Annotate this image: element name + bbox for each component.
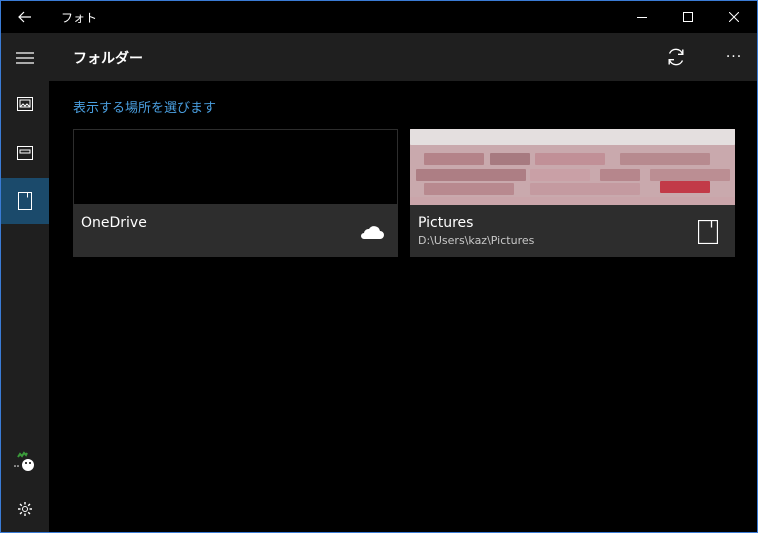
more-options-button[interactable]: ···: [711, 33, 757, 81]
refresh-button[interactable]: [653, 33, 699, 81]
choose-locations-link[interactable]: 表示する場所を選びます: [73, 97, 216, 116]
tile-path: D:\Users\kaz\Pictures: [418, 234, 535, 247]
sidebar-item-collection[interactable]: [1, 81, 49, 127]
folder-icon: [18, 192, 32, 210]
settings-button[interactable]: [1, 486, 49, 532]
page-header: フォルダー ···: [49, 33, 757, 81]
close-button[interactable]: [711, 1, 756, 33]
maximize-button[interactable]: [665, 1, 710, 33]
minimize-icon: [636, 17, 647, 18]
album-icon: [17, 146, 33, 160]
maximize-icon: [682, 12, 693, 22]
tile-thumbnail: [410, 129, 735, 205]
sidebar-item-albums[interactable]: [1, 130, 49, 176]
back-arrow-icon: [18, 11, 31, 23]
folder-tile-onedrive[interactable]: OneDrive: [73, 129, 398, 257]
minimize-button[interactable]: [619, 1, 664, 33]
gear-icon: [18, 502, 32, 516]
folder-icon: [695, 219, 721, 245]
nav-sidebar: [1, 33, 49, 532]
back-button[interactable]: [1, 1, 49, 33]
account-button[interactable]: [1, 439, 49, 485]
tile-name: Pictures: [418, 215, 474, 231]
app-window: フォト フォルダー ··· 表示する場所を選びます OneDrive Pictu…: [0, 0, 758, 533]
hamburger-menu-button[interactable]: [1, 35, 49, 81]
folder-tile-pictures[interactable]: Pictures D:\Users\kaz\Pictures: [410, 129, 735, 257]
page-title: フォルダー: [73, 51, 143, 67]
tile-thumbnail: [73, 129, 398, 205]
collection-icon: [17, 97, 33, 111]
window-title: フォト: [61, 11, 98, 25]
title-bar: フォト: [1, 1, 757, 33]
close-icon: [728, 12, 739, 22]
cloud-icon: [358, 219, 384, 245]
tile-name: OneDrive: [81, 215, 147, 231]
avatar-icon: [14, 451, 34, 471]
hamburger-menu-icon: [16, 52, 34, 64]
sidebar-item-folders[interactable]: [1, 178, 49, 224]
refresh-icon: [668, 48, 684, 66]
